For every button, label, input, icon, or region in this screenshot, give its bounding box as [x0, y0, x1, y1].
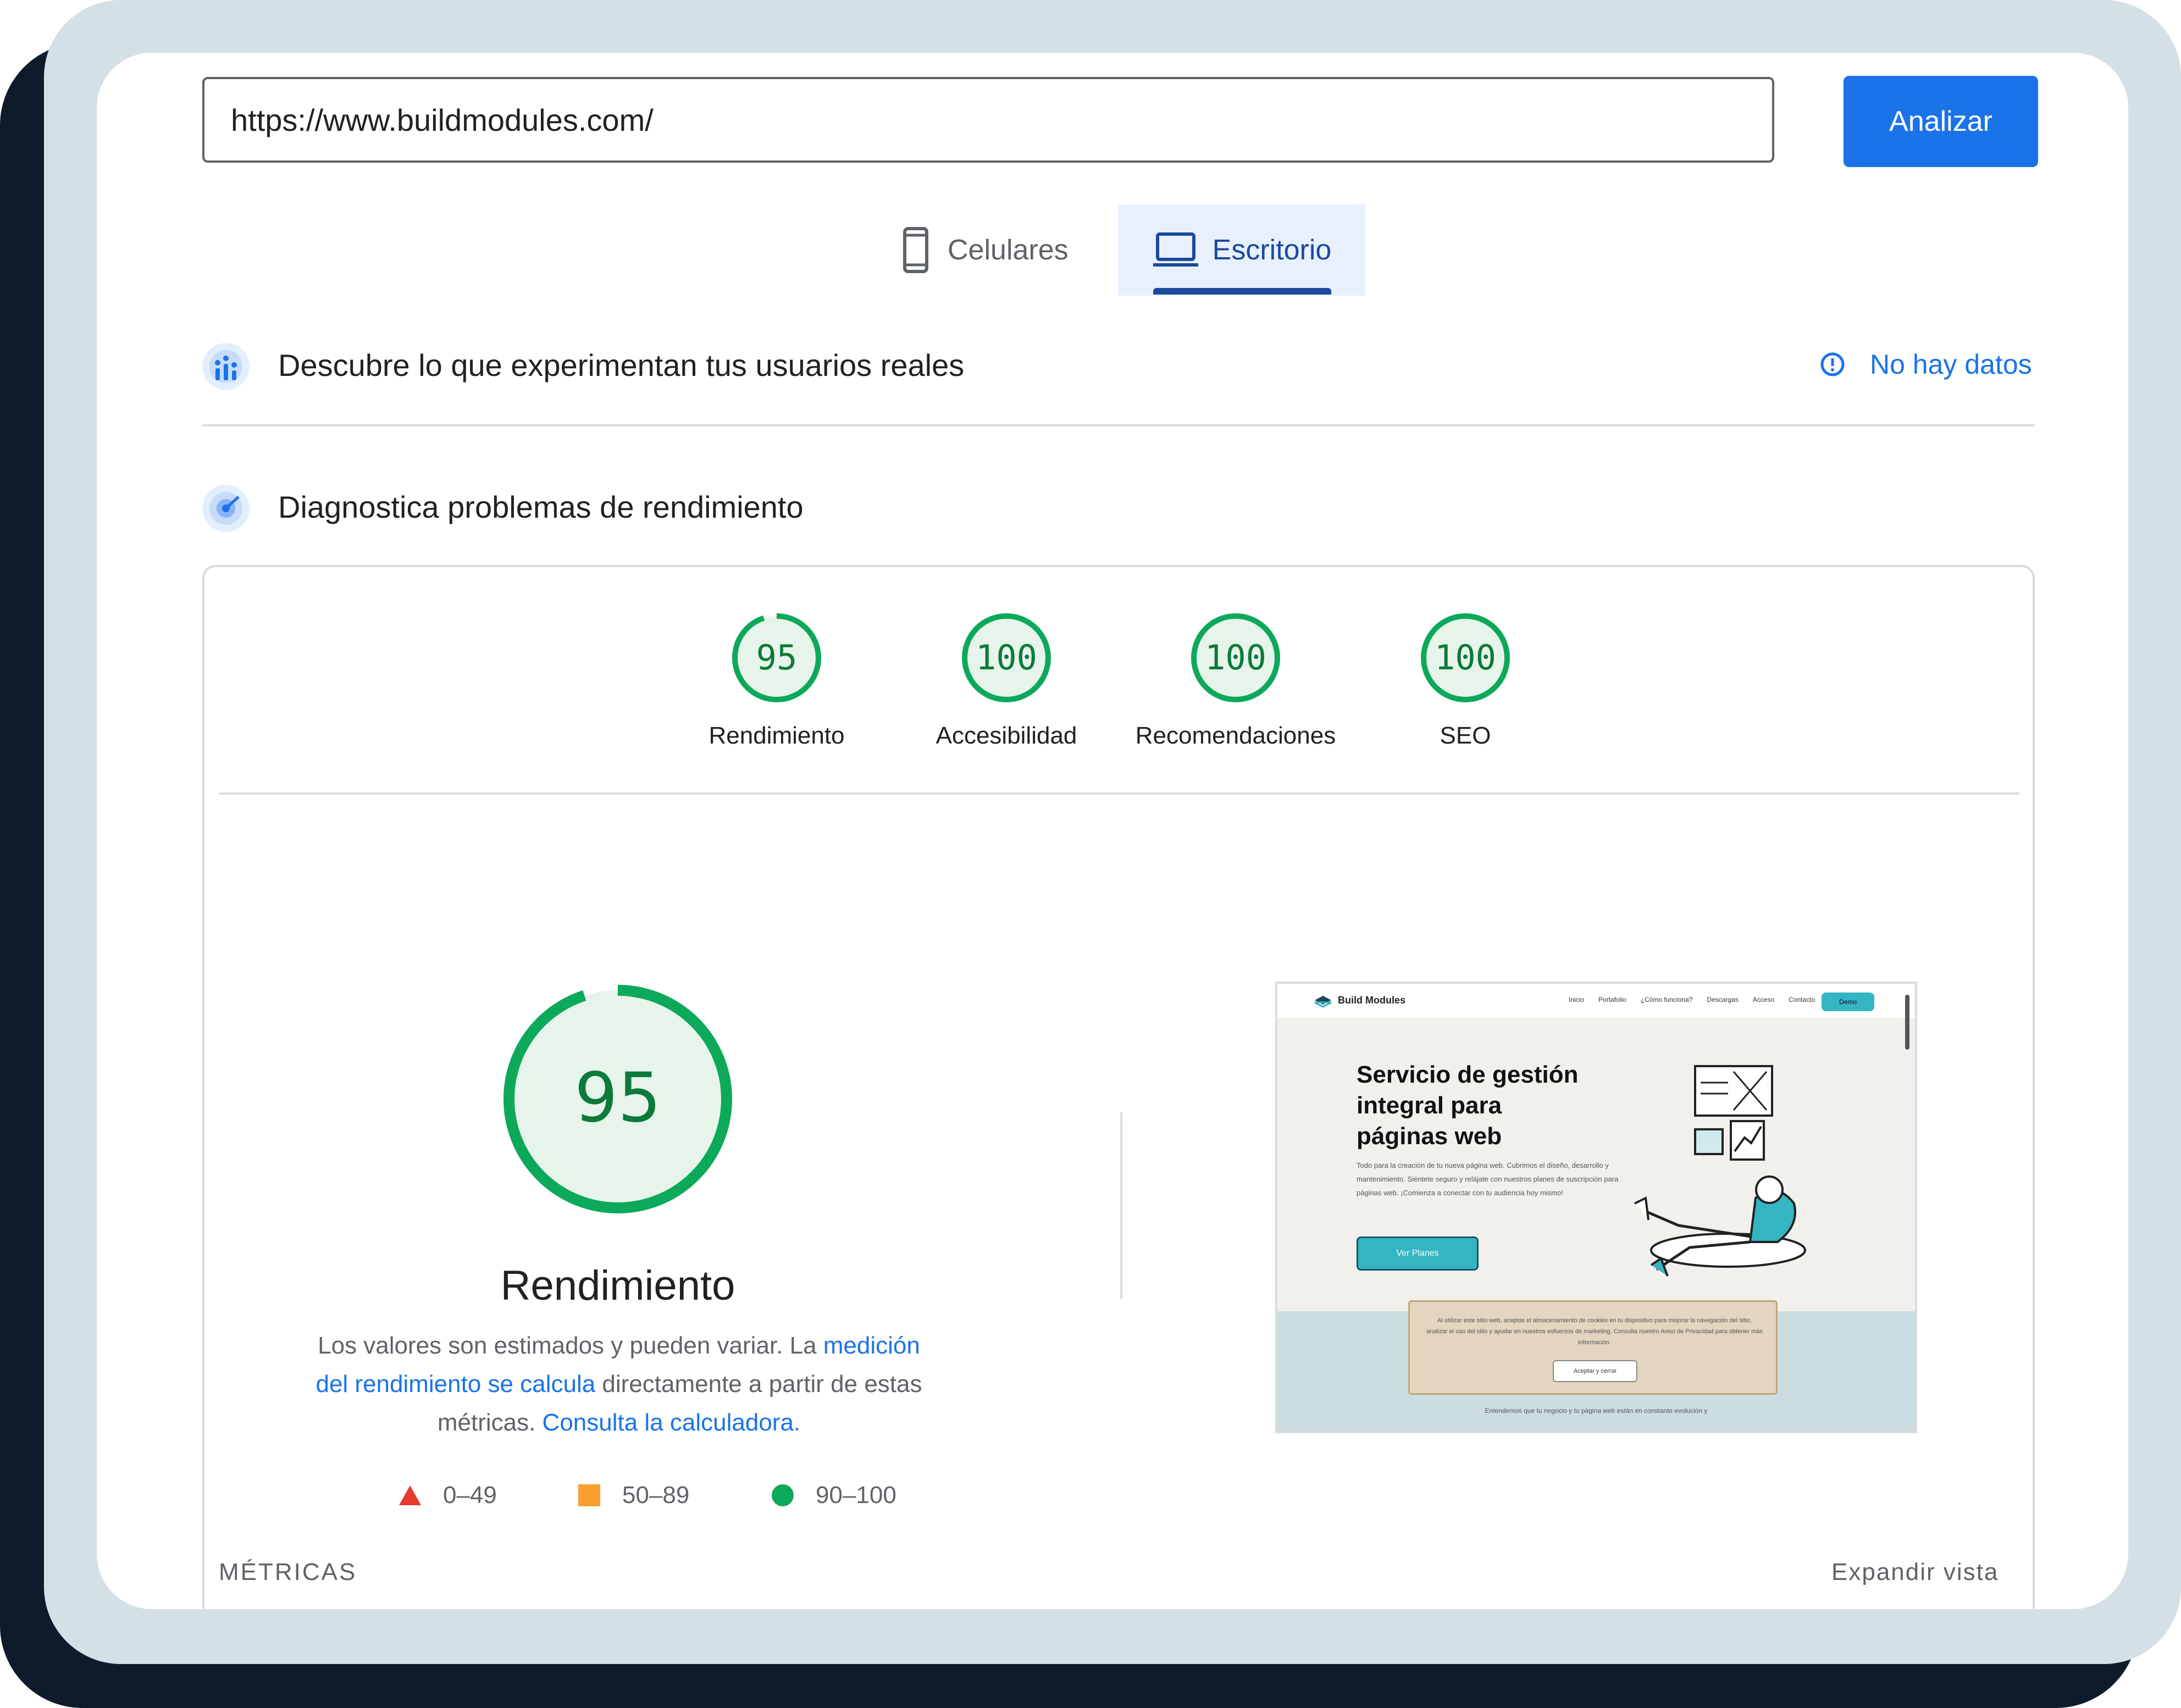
legend-pass-range: 90–100: [816, 1482, 896, 1509]
smartphone-icon: [903, 227, 928, 273]
screenshot-footer-text: Entendemos que tu negocio y tu página we…: [1485, 1407, 1708, 1415]
screenshot-cookie-button: Aceptar y cerrar: [1553, 1360, 1637, 1382]
field-data-status[interactable]: No hay datos: [1819, 348, 2032, 380]
laptop-icon: [1153, 232, 1198, 267]
url-input[interactable]: [202, 77, 1774, 163]
legend-average-range: 50–89: [622, 1482, 690, 1509]
info-icon: [1820, 352, 1845, 376]
legend-fail-range: 0–49: [443, 1482, 497, 1509]
legend-average: 50–89: [577, 1482, 689, 1509]
users-chart-icon: [202, 343, 250, 390]
screenshot-nav-link: Acceso: [1752, 996, 1775, 1003]
category-label-best-practices: Recomendaciones: [1135, 722, 1336, 749]
performance-score: 95: [574, 1058, 661, 1138]
screenshot-cookie-text: Al utilizar este sitio web, aceptas el a…: [1426, 1317, 1763, 1346]
triangle-icon: [399, 1485, 421, 1505]
screenshot-nav-link: ¿Cómo funciona?: [1640, 996, 1693, 1003]
tab-mobile-label: Celulares: [948, 234, 1069, 266]
score-value: 95: [756, 637, 798, 678]
score-gauge-large: 95: [503, 985, 732, 1213]
no-data-label: No hay datos: [1870, 349, 2032, 380]
tab-desktop[interactable]: Escritorio: [1118, 204, 1365, 296]
pagespeed-screen: Analizar Celulares Escritorio Descubre l…: [97, 53, 2128, 1609]
field-data-title: Descubre lo que experimentan tus usuario…: [278, 348, 965, 382]
screenshot-paragraph: Todo para la creación de tu nueva página…: [1357, 1161, 1619, 1197]
score-gauge: 100: [1421, 613, 1510, 702]
logo-icon: [1314, 996, 1332, 1008]
score-gauge: 100: [962, 613, 1051, 702]
expand-view-toggle[interactable]: Expandir vista: [1831, 1559, 1999, 1586]
screenshot-nav: Build Modules Inicio Portafolio ¿Cómo fu…: [1277, 984, 1915, 1018]
legend-fail: 0–49: [398, 1482, 497, 1509]
tab-selected-indicator: [1153, 288, 1331, 295]
calculator-link[interactable]: Consulta la calculadora.: [543, 1409, 801, 1436]
category-gauge-seo[interactable]: 100: [1419, 611, 1512, 707]
score-value: 100: [1205, 637, 1266, 678]
square-icon: [578, 1484, 600, 1506]
screenshot-cookie-banner: Al utilizar este sitio web, aceptas el a…: [1408, 1300, 1778, 1395]
performance-description: Los valores son estimados y pueden varia…: [306, 1327, 932, 1442]
final-screenshot: Build Modules Inicio Portafolio ¿Cómo fu…: [1275, 981, 1917, 1433]
relaxing-person-illustration: [1634, 1065, 1806, 1277]
category-gauge-performance[interactable]: 95: [730, 611, 823, 707]
screenshot-nav-link: Inicio: [1569, 996, 1585, 1003]
legend-pass: 90–100: [771, 1482, 896, 1509]
performance-title: Rendimiento: [500, 1262, 735, 1309]
desc-text-1: Los valores son estimados y pueden varia…: [318, 1332, 823, 1359]
card-divider: [219, 792, 2019, 795]
screenshot-nav-link: Contacto: [1789, 996, 1815, 1003]
tab-desktop-label: Escritorio: [1212, 234, 1332, 266]
category-gauge-accessibility[interactable]: 100: [960, 611, 1053, 707]
gauge-target-icon: [202, 485, 250, 532]
score-gauge: 100: [1191, 613, 1280, 702]
screenshot-nav-links: Inicio Portafolio ¿Cómo funciona? Descar…: [1569, 996, 1815, 1003]
analyze-button[interactable]: Analizar: [1844, 76, 2038, 167]
circle-icon: [772, 1484, 794, 1506]
screenshot-nav-button: Demo: [1822, 992, 1874, 1011]
category-label-accessibility: Accesibilidad: [935, 722, 1077, 749]
screenshot-heading: Servicio de gestión integral para página…: [1357, 1061, 1579, 1150]
vertical-divider: [1120, 1112, 1122, 1299]
screenshot-nav-link: Portafolio: [1598, 996, 1626, 1003]
metrics-heading: MÉTRICAS: [219, 1559, 357, 1585]
screenshot-scrollbar: [1905, 995, 1909, 1050]
category-label-seo: SEO: [1440, 722, 1491, 749]
screenshot-nav-link: Descargas: [1707, 996, 1739, 1003]
performance-gauge: 95: [502, 984, 733, 1217]
category-gauge-best-practices[interactable]: 100: [1189, 611, 1282, 707]
score-value: 100: [976, 637, 1037, 678]
score-gauge: 95: [732, 613, 821, 702]
lab-data-title: Diagnostica problemas de rendimiento: [278, 490, 804, 524]
screenshot-logo: Build Modules: [1338, 995, 1405, 1006]
category-label-performance: Rendimiento: [708, 722, 845, 749]
screenshot-cta: Ver Planes: [1357, 1236, 1479, 1271]
score-value: 100: [1435, 637, 1496, 678]
section-divider: [202, 424, 2035, 426]
